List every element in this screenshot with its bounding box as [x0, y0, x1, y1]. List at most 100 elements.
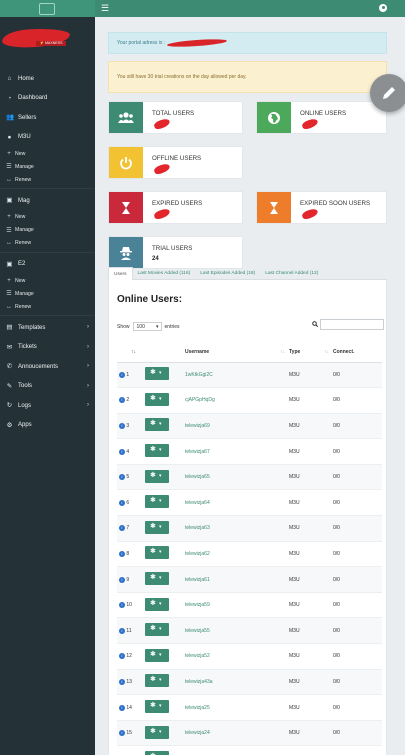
tab-users[interactable]: Users — [108, 267, 133, 280]
online-users-card[interactable]: ONLINE USERS — [256, 101, 387, 134]
username-link[interactable]: telewizja25 — [185, 705, 210, 711]
sidebar-sub-e2-new[interactable]: + New — [0, 274, 95, 287]
table-row: i 5 telewizja65 M3U0/0 — [117, 463, 382, 490]
trial-users-card[interactable]: TRIAL USERS 24 — [108, 236, 243, 269]
row-actions-dropdown-button[interactable] — [145, 418, 169, 432]
username-link[interactable]: telewizja61 — [185, 577, 210, 583]
sidebar-sub-mag-renew[interactable]: ↔ Renew — [0, 237, 95, 250]
row-actions-dropdown-button[interactable] — [145, 597, 169, 611]
tab-last-channel[interactable]: Last Channel Added (12) — [260, 267, 323, 280]
row-actions-dropdown-button[interactable] — [145, 674, 169, 688]
user-account-icon[interactable] — [379, 4, 387, 12]
tab-last-movies[interactable]: Last Movies Added (116) — [133, 267, 196, 280]
username-link[interactable]: telewizja65 — [185, 474, 210, 480]
search-input[interactable] — [320, 319, 384, 330]
brand-tag: ⚡ MAXNESS — [36, 41, 66, 46]
column-header-connect[interactable]: Connect. — [333, 342, 382, 363]
row-actions-dropdown-button[interactable] — [145, 725, 169, 739]
info-icon[interactable]: i — [119, 499, 125, 506]
username-cell: telewizja62 — [185, 540, 289, 567]
info-icon[interactable]: i — [119, 653, 125, 660]
sidebar-sub-m3u-new[interactable]: + New — [0, 147, 95, 160]
username-link[interactable]: cjAPGpHqDg — [185, 397, 215, 403]
sidebar-sub-m3u-manage[interactable]: ☰ Manage — [0, 160, 95, 173]
tab-last-episodes[interactable]: Last Episodes Added (18) — [195, 267, 260, 280]
row-actions-dropdown-button[interactable] — [145, 572, 169, 586]
sidebar-sub-e2-renew[interactable]: ↔ Renew — [0, 300, 95, 313]
username-link[interactable]: telewizja52 — [185, 653, 210, 659]
username-cell: telewizja55 — [185, 617, 289, 644]
logo-area[interactable] — [0, 0, 95, 17]
sidebar-item-logs[interactable]: ↻ Logs › — [0, 396, 95, 416]
sidebar-item-e2[interactable]: ▣ E2 — [0, 255, 95, 275]
username-link[interactable]: 1wKtkGgi2C — [185, 372, 213, 378]
sidebar-item-apps[interactable]: ⚙ Apps — [0, 416, 95, 436]
username-cell: telewizja52 — [185, 643, 289, 670]
hourglass-icon — [257, 192, 291, 223]
info-icon[interactable]: i — [119, 550, 125, 557]
row-actions-dropdown-button[interactable] — [145, 444, 169, 458]
edit-fab-button[interactable] — [370, 74, 405, 112]
sidebar-sub-mag-manage[interactable]: ☰ Manage — [0, 224, 95, 237]
redacted-value — [153, 117, 171, 131]
column-header-username[interactable]: Username ↑↓ — [185, 342, 289, 363]
row-actions-dropdown-button[interactable] — [145, 392, 169, 406]
info-icon[interactable]: i — [119, 474, 125, 481]
username-link[interactable]: telewizja67 — [185, 449, 210, 455]
username-link[interactable]: telewizja64 — [185, 500, 210, 506]
sidebar-item-sellers[interactable]: 👥 Sellers — [0, 108, 95, 128]
info-icon[interactable]: i — [119, 525, 125, 532]
row-actions-dropdown-button[interactable] — [145, 495, 169, 509]
sidebar-sub-mag-new[interactable]: + New — [0, 211, 95, 224]
info-icon[interactable]: i — [119, 704, 125, 711]
page-length-control: Show 100 entries — [117, 322, 180, 331]
sidebar-item-m3u[interactable]: ● M3U — [0, 128, 95, 148]
sidebar-item-label: M3U — [18, 134, 31, 141]
row-actions-dropdown-button[interactable] — [145, 751, 169, 755]
username-link[interactable]: telewizja62 — [185, 551, 210, 557]
info-icon[interactable]: i — [119, 576, 125, 583]
username-link[interactable]: telewizja24 — [185, 730, 210, 736]
info-icon[interactable]: i — [119, 397, 125, 404]
row-actions-dropdown-button[interactable] — [145, 520, 169, 534]
username-link[interactable]: telewizja69 — [185, 423, 210, 429]
username-link[interactable]: telewizja55 — [185, 628, 210, 634]
row-actions-dropdown-button[interactable] — [145, 648, 169, 662]
row-actions-dropdown-button[interactable] — [145, 469, 169, 483]
sidebar-sub-m3u-renew[interactable]: ↔ Renew — [0, 173, 95, 186]
row-actions-dropdown-button[interactable] — [145, 700, 169, 714]
menu-toggle-icon[interactable]: ☰ — [101, 4, 109, 13]
row-actions-dropdown-button[interactable] — [145, 367, 169, 381]
info-icon[interactable]: i — [119, 602, 125, 609]
sidebar-item-tools[interactable]: ✎ Tools › — [0, 377, 95, 397]
row-index-cell: i 5 — [117, 463, 145, 490]
info-icon[interactable]: i — [119, 730, 125, 737]
page-length-select[interactable]: 100 — [132, 322, 162, 331]
row-index-cell: i 13 — [117, 668, 145, 695]
info-icon[interactable]: i — [119, 422, 125, 429]
info-icon[interactable]: i — [119, 678, 125, 685]
sidebar-sub-e2-manage[interactable]: ☰ Manage — [0, 287, 95, 300]
sidebar-item-dashboard[interactable]: ◔ Dashboard — [0, 89, 95, 109]
info-icon[interactable]: i — [119, 627, 125, 634]
expired-users-card[interactable]: EXPIRED USERS — [108, 191, 243, 224]
column-header-type[interactable]: Type ↑↓ — [289, 342, 333, 363]
column-header-index[interactable]: ↑↓ — [117, 342, 145, 363]
offline-users-card[interactable]: OFFLINE USERS — [108, 146, 243, 179]
sidebar-item-templates[interactable]: ▤ Templates › — [0, 318, 95, 338]
row-actions-dropdown-button[interactable] — [145, 623, 169, 637]
row-actions-dropdown-button[interactable] — [145, 546, 169, 560]
sidebar-item-mag[interactable]: ▣ Mag — [0, 191, 95, 211]
sidebar-item-annoucements[interactable]: ✆ Annoucements › — [0, 357, 95, 377]
username-link[interactable]: telewizja43a — [185, 679, 213, 685]
total-users-card[interactable]: TOTAL USERS — [108, 101, 243, 134]
info-icon[interactable]: i — [119, 371, 125, 378]
sidebar-item-home[interactable]: ⌂ Home — [0, 69, 95, 89]
sidebar-item-tickets[interactable]: ✉ Tickets › — [0, 338, 95, 358]
username-link[interactable]: telewizja59 — [185, 602, 210, 608]
expired-soon-users-card[interactable]: EXPIRED SOON USERS — [256, 191, 387, 224]
chevron-right-icon: › — [87, 363, 89, 369]
info-icon[interactable]: i — [119, 448, 125, 455]
templates-icon: ▤ — [6, 324, 13, 332]
username-link[interactable]: telewizja63 — [185, 525, 210, 531]
